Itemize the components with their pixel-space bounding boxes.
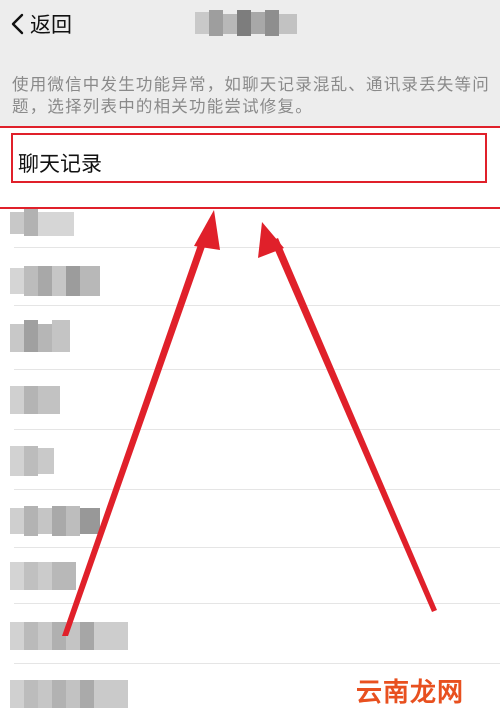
list-item[interactable] xyxy=(0,248,500,306)
list-item[interactable] xyxy=(0,430,500,490)
list-item[interactable] xyxy=(0,208,500,248)
highlight-box xyxy=(11,133,487,183)
list-item[interactable] xyxy=(0,370,500,430)
page-title-obscured xyxy=(195,10,299,36)
back-label: 返回 xyxy=(30,13,72,37)
repair-description: 使用微信中发生功能异常，如聊天记录混乱、通讯录丢失等问题，选择列表中的相关功能尝… xyxy=(12,75,490,116)
highlight-line-top xyxy=(0,126,500,128)
back-button[interactable]: 返回 xyxy=(8,8,72,40)
list-item[interactable] xyxy=(0,548,500,604)
navigation-bar: 返回 xyxy=(0,0,500,50)
list-item[interactable] xyxy=(0,306,500,370)
highlight-line-bottom xyxy=(0,207,500,209)
chevron-left-icon xyxy=(8,12,28,36)
list-item[interactable] xyxy=(0,604,500,664)
watermark-logo: 云南龙网 xyxy=(355,678,464,708)
list-item[interactable] xyxy=(0,490,500,548)
